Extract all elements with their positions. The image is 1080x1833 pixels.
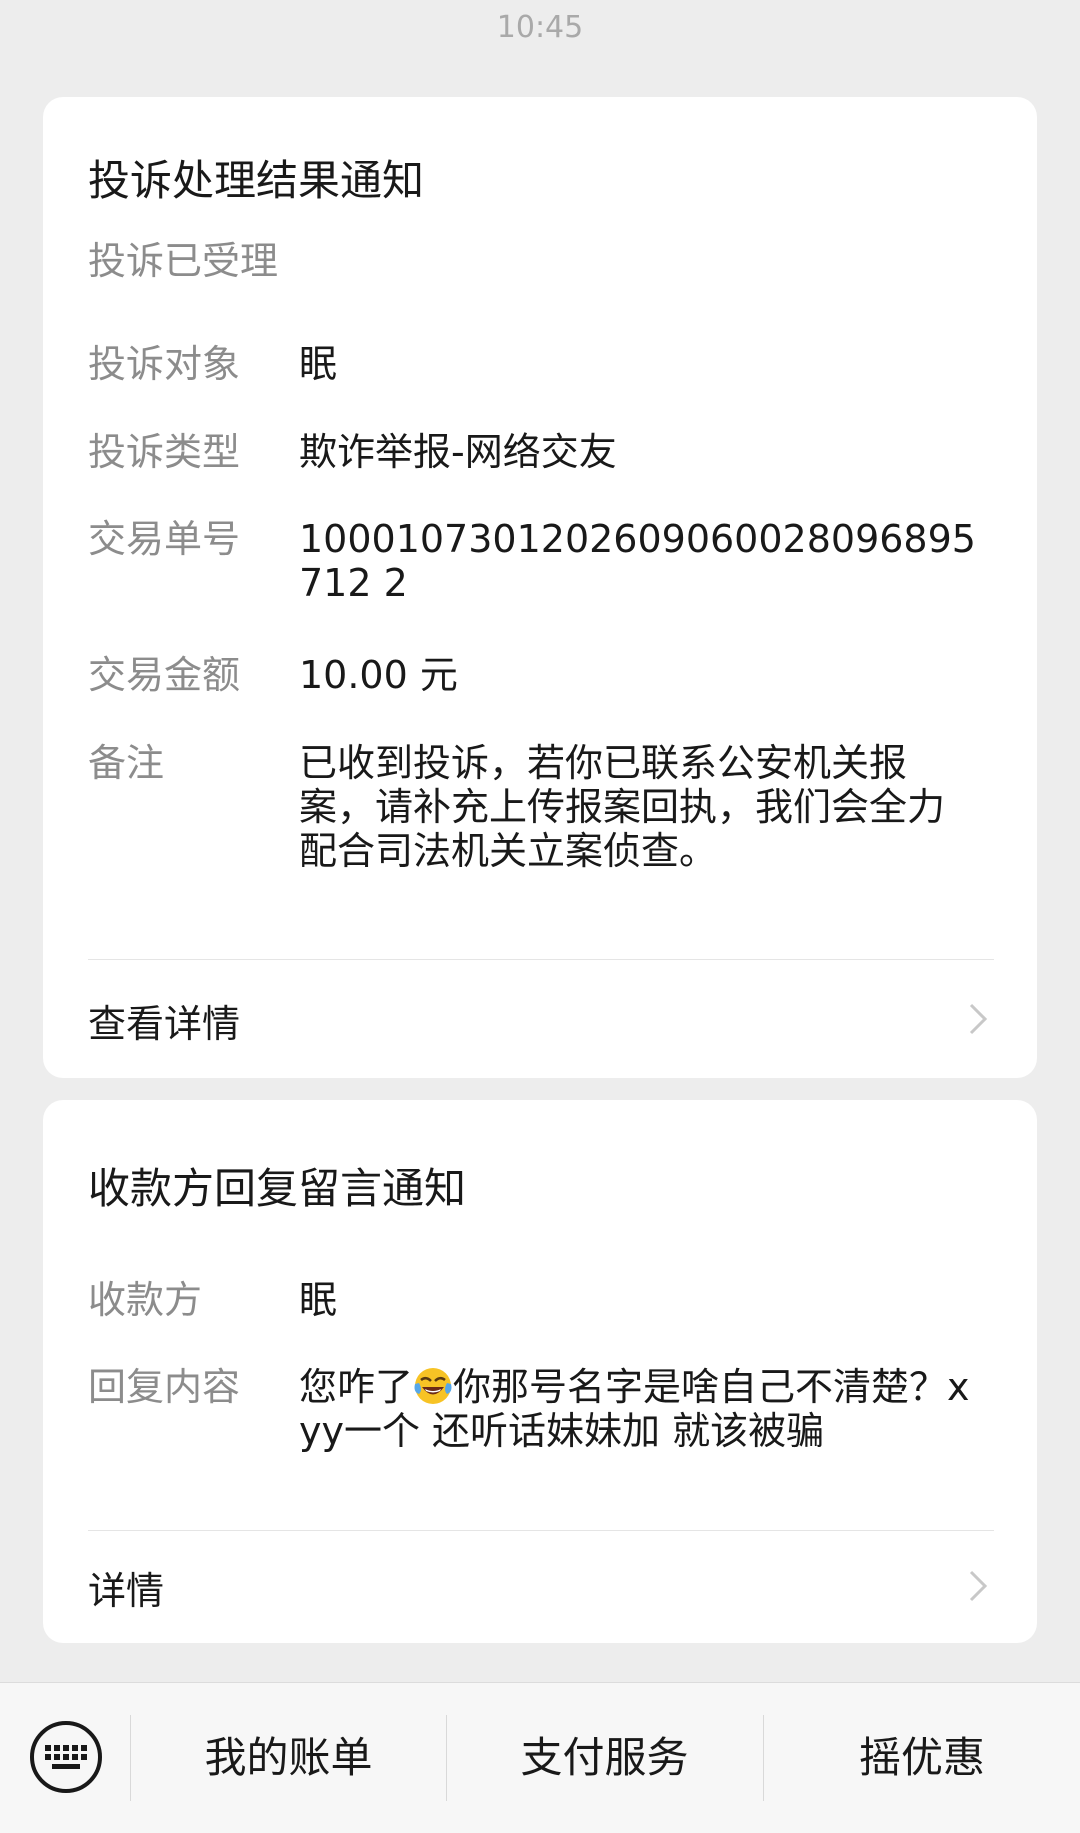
- bottom-menu-bar: 我的账单 支付服务 摇优惠: [0, 1682, 1080, 1833]
- row-value: 10.00 元: [299, 653, 458, 697]
- view-details-label: 查看详情: [88, 1002, 241, 1046]
- row-value: 1000107301202609060028096895712 2: [299, 517, 976, 605]
- row-value: 欺诈举报-网络交友: [299, 430, 617, 474]
- card-title: 投诉处理结果通知: [88, 156, 425, 205]
- row-label: 回复内容: [88, 1365, 241, 1409]
- row-label: 投诉对象: [88, 342, 241, 386]
- details-link[interactable]: 详情: [88, 1536, 994, 1636]
- row-label: 交易金额: [88, 653, 241, 697]
- payee-reply-card: 收款方回复留言通知 收款方 眠 回复内容 您咋了 你那号名字是啥自己不清楚？xy…: [43, 1100, 1037, 1643]
- reply-text-part: 您咋了: [299, 1365, 414, 1409]
- menu-payment-services[interactable]: 支付服务: [447, 1683, 762, 1833]
- chevron-right-icon: [969, 1003, 988, 1035]
- card-title: 收款方回复留言通知: [88, 1164, 467, 1213]
- row-value: 眠: [299, 1278, 338, 1322]
- chevron-right-icon: [969, 1570, 988, 1602]
- row-label: 备注: [88, 741, 165, 785]
- menu-my-bills[interactable]: 我的账单: [131, 1683, 446, 1833]
- complaint-result-card: 投诉处理结果通知 投诉已受理 投诉对象 眠 投诉类型 欺诈举报-网络交友 交易单…: [43, 97, 1037, 1078]
- keyboard-icon[interactable]: [28, 1719, 104, 1795]
- view-details-link[interactable]: 查看详情: [88, 969, 994, 1069]
- row-value: 已收到投诉，若你已联系公安机关报案，请补充上传报案回执，我们会全力配合司法机关立…: [299, 741, 946, 873]
- menu-shake-discounts[interactable]: 摇优惠: [764, 1683, 1080, 1833]
- details-label: 详情: [88, 1569, 165, 1613]
- row-value: 您咋了 你那号名字是啥自己不清楚？xyy一个 还听话妹妹加 就该被骗: [299, 1365, 979, 1453]
- message-timestamp: 10:45: [496, 10, 584, 45]
- divider: [88, 1530, 994, 1531]
- card-subtitle: 投诉已受理: [88, 239, 279, 283]
- row-label: 收款方: [88, 1278, 203, 1322]
- row-label: 投诉类型: [88, 430, 241, 474]
- row-value: 眠: [299, 342, 338, 386]
- divider: [88, 959, 994, 960]
- row-label: 交易单号: [88, 517, 241, 561]
- face-with-tears-of-joy-icon: [414, 1368, 452, 1404]
